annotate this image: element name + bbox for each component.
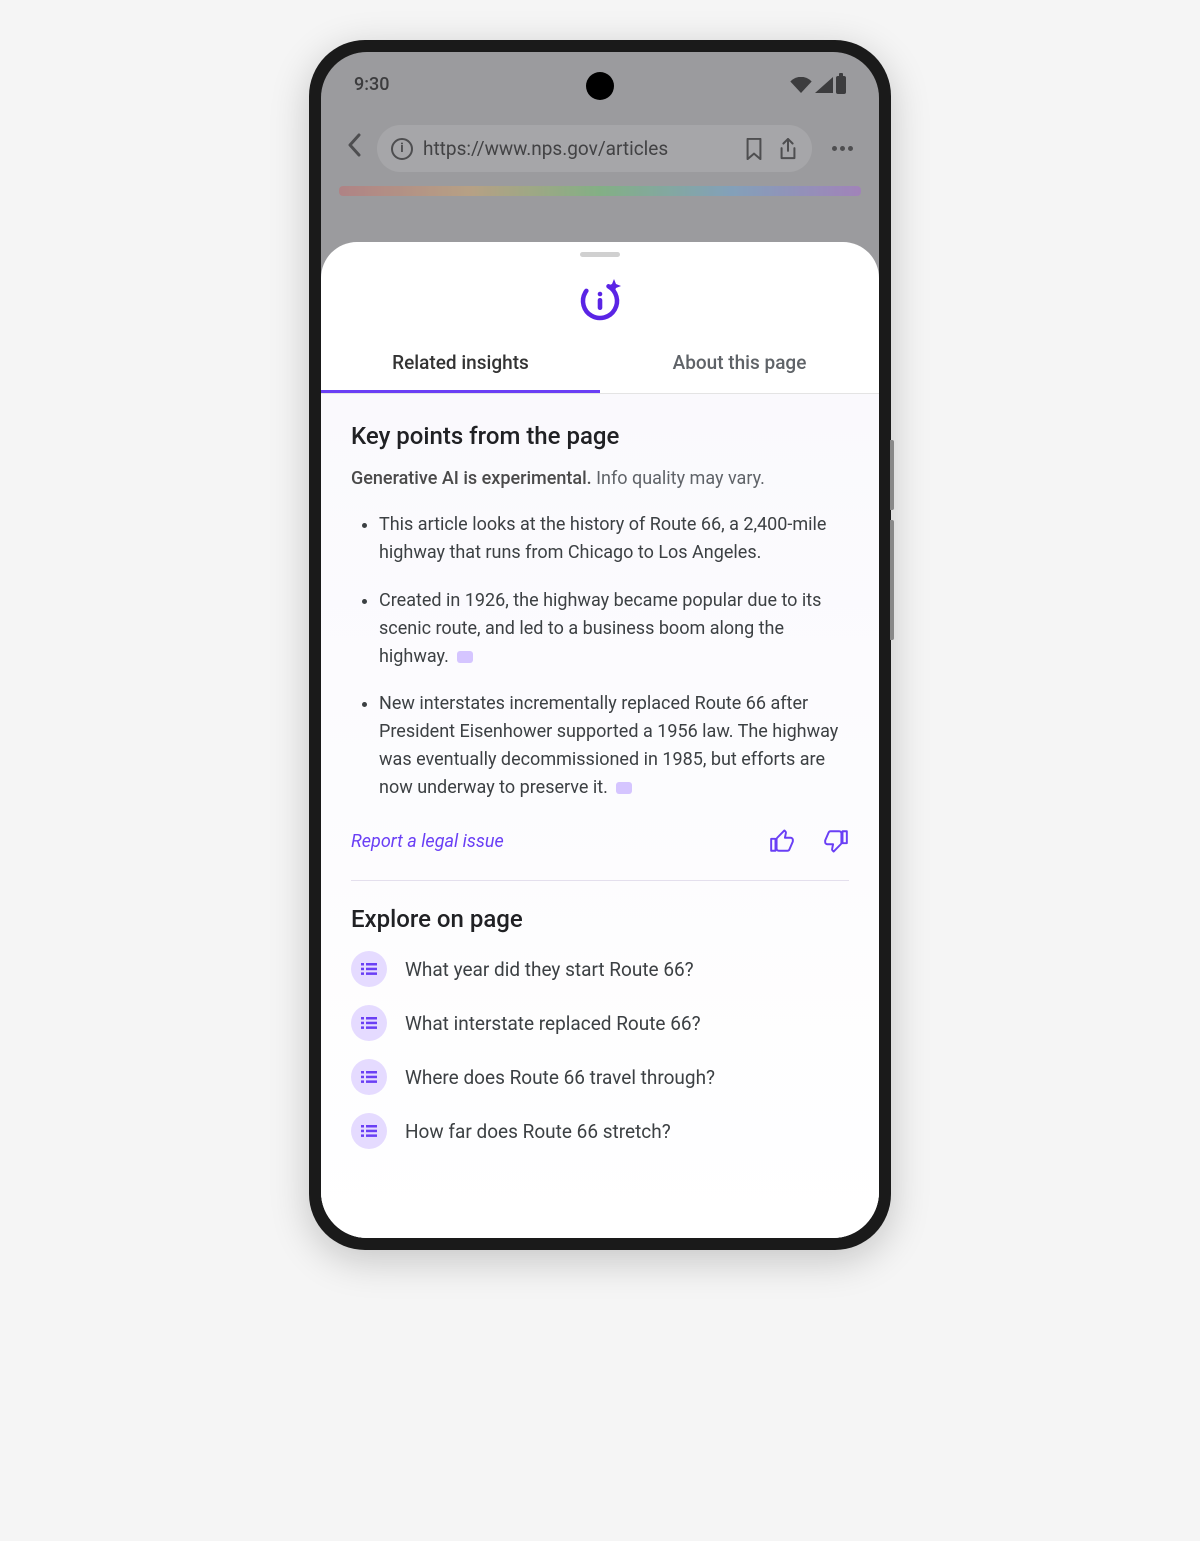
list-icon — [351, 1059, 387, 1095]
key-points-list: This article looks at the history of Rou… — [351, 511, 849, 802]
explore-list: What year did they start Route 66? What … — [351, 951, 849, 1149]
key-point-item: This article looks at the history of Rou… — [379, 511, 849, 567]
key-point-item: Created in 1926, the highway became popu… — [379, 587, 849, 671]
wifi-icon — [790, 77, 812, 93]
url-text: https://www.nps.gov/articles — [423, 137, 734, 160]
status-icons — [790, 76, 851, 94]
back-button[interactable] — [341, 133, 367, 164]
feedback-row: Report a legal issue — [351, 822, 849, 880]
explore-item[interactable]: Where does Route 66 travel through? — [351, 1059, 849, 1095]
list-icon — [351, 1113, 387, 1149]
citation-marker-icon[interactable] — [457, 651, 473, 663]
tab-related-insights[interactable]: Related insights — [321, 337, 600, 393]
page-content-preview — [339, 186, 861, 196]
key-point-item: New interstates incrementally replaced R… — [379, 690, 849, 802]
explore-item[interactable]: What interstate replaced Route 66? — [351, 1005, 849, 1041]
ai-disclaimer: Generative AI is experimental. Info qual… — [351, 468, 849, 489]
citation-marker-icon[interactable] — [616, 782, 632, 794]
explore-question: How far does Route 66 stretch? — [405, 1120, 671, 1143]
share-icon[interactable] — [778, 138, 798, 160]
explore-question: What year did they start Route 66? — [405, 958, 694, 981]
sge-sparkle-icon — [321, 263, 879, 337]
thumbs-down-button[interactable] — [823, 828, 849, 854]
phone-frame: 9:30 i https://www.nps.gov/articles — [309, 40, 891, 1250]
bookmark-icon[interactable] — [744, 138, 764, 160]
screen: 9:30 i https://www.nps.gov/articles — [321, 52, 879, 1238]
browser-toolbar: i https://www.nps.gov/articles — [321, 105, 879, 186]
list-icon — [351, 1005, 387, 1041]
camera-cutout — [586, 72, 614, 100]
thumbs-up-button[interactable] — [769, 828, 795, 854]
side-button — [890, 440, 894, 510]
explore-item[interactable]: How far does Route 66 stretch? — [351, 1113, 849, 1149]
more-menu-button[interactable] — [822, 146, 863, 151]
explore-title: Explore on page — [351, 905, 849, 933]
explore-item[interactable]: What year did they start Route 66? — [351, 951, 849, 987]
cellular-icon — [815, 77, 833, 93]
site-info-icon[interactable]: i — [391, 138, 413, 160]
address-bar[interactable]: i https://www.nps.gov/articles — [377, 125, 812, 172]
report-legal-link[interactable]: Report a legal issue — [351, 831, 504, 852]
tab-bar: Related insights About this page — [321, 337, 879, 394]
divider — [351, 880, 849, 881]
drag-handle[interactable] — [580, 252, 620, 257]
tab-about-this-page[interactable]: About this page — [600, 337, 879, 393]
key-points-title: Key points from the page — [351, 422, 849, 450]
status-time: 9:30 — [349, 74, 389, 95]
explore-question: What interstate replaced Route 66? — [405, 1012, 701, 1035]
sheet-content: Key points from the page Generative AI i… — [321, 394, 879, 1238]
battery-icon — [836, 76, 846, 94]
side-button — [890, 520, 894, 640]
bottom-sheet: Related insights About this page Key poi… — [321, 242, 879, 1238]
list-icon — [351, 951, 387, 987]
explore-question: Where does Route 66 travel through? — [405, 1066, 715, 1089]
